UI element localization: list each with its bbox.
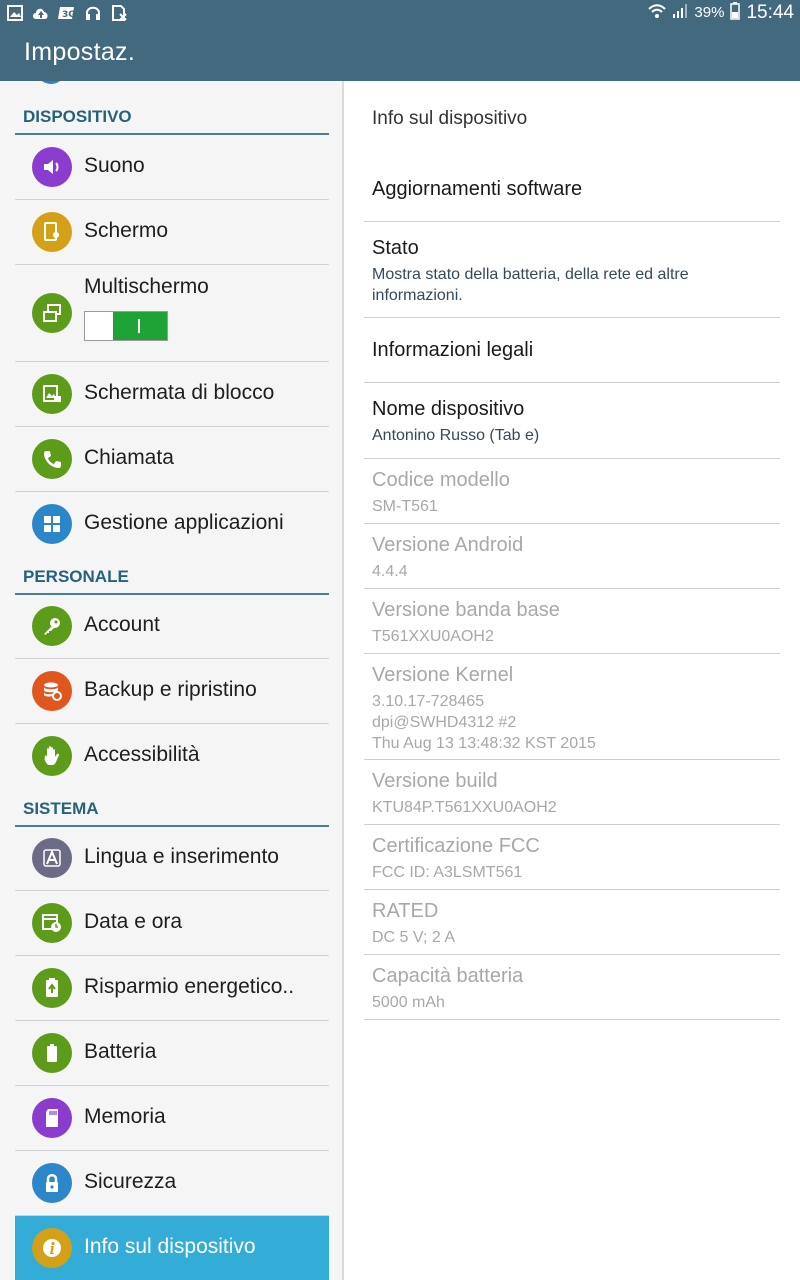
info-icon: [32, 1228, 72, 1268]
signal-icon: [672, 3, 688, 23]
detail-item-versione-build: Versione build KTU84P.T561XXU0AOH2: [364, 760, 780, 825]
detail-header: Info sul dispositivo: [372, 108, 528, 129]
sidebar-item-label: Memoria: [84, 1105, 166, 1128]
detail-item-aggiornamenti-software[interactable]: Aggiornamenti software: [364, 157, 780, 222]
sim-3g-icon: 3G: [58, 4, 76, 21]
sidebar-item-label: Multischermo: [84, 275, 209, 298]
sidebar-item-risparmio-energetico[interactable]: Risparmio energetico..: [15, 956, 329, 1021]
sidebar-item-lingua-e-inserimento[interactable]: Lingua e inserimento: [15, 826, 329, 891]
sidebar-item-label: Batteria: [84, 1040, 157, 1063]
sidebar-item-label: Schermo: [84, 219, 169, 242]
sidebar-item-label: Account: [84, 613, 160, 636]
wifi-icon: [648, 3, 667, 23]
toggle-on-state: [113, 312, 167, 340]
clock: 15:44: [746, 1, 794, 23]
notification-icons: 3G: [6, 4, 128, 21]
sidebar-item-account[interactable]: Account: [15, 594, 329, 659]
detail-item-codice-modello: Codice modello SM-T561: [364, 459, 780, 524]
sidebar-item-schermo[interactable]: Schermo: [15, 200, 329, 265]
detail-item-versione-kernel: Versione Kernel 3.10.17-728465 dpi@SWHD4…: [364, 654, 780, 760]
backup-icon: [32, 671, 72, 711]
multiwindow-icon: [32, 293, 72, 333]
detail-item-rated: RATED DC 5 V; 2 A: [364, 890, 780, 955]
no-sim-icon: [110, 4, 128, 21]
battery-status-icon: [730, 1, 741, 24]
kernel-line-1: 3.10.17-728465: [372, 693, 485, 710]
detail-item-capacita-batteria: Capacità batteria 5000 mAh: [364, 955, 780, 1020]
sidebar-item-backup-e-ripristino[interactable]: Backup e ripristino: [15, 659, 329, 724]
display-icon: [32, 212, 72, 252]
status-bar: 3G 39% 15:44: [0, 0, 800, 25]
padlock-icon: [32, 1163, 72, 1203]
sidebar-item-suono[interactable]: Suono: [15, 135, 329, 200]
image-icon: [6, 4, 24, 21]
headset-icon: [84, 4, 102, 21]
key-icon: [32, 606, 72, 646]
system-status: 39% 15:44: [648, 0, 794, 25]
hand-icon: [32, 736, 72, 776]
detail-item-nome-dispositivo[interactable]: Nome dispositivo Antonino Russo (Tab e): [364, 383, 780, 459]
power-saving-icon: [32, 968, 72, 1008]
section-header-personale: PERSONALE: [15, 541, 329, 595]
sidebar-item-label: Schermata di blocco: [84, 381, 275, 404]
detail-item-versione-banda-base: Versione banda base T561XXU0AOH2: [364, 589, 780, 654]
sidebar-item-label: Info sul dispositivo: [84, 1235, 256, 1258]
kernel-line-2: dpi@SWHD4312 #2: [372, 714, 517, 731]
action-bar: Impostaz.: [0, 25, 800, 81]
sidebar-item-info-sul-dispositivo[interactable]: Info sul dispositivo: [15, 1216, 329, 1280]
speaker-icon: [32, 147, 72, 187]
sidebar-item-label: Sicurezza: [84, 1170, 177, 1193]
sidebar-item-label: Chiamata: [84, 446, 174, 469]
sidebar-item-schermata-di-blocco[interactable]: Schermata di blocco: [15, 362, 329, 427]
sidebar-item-label: Risparmio energetico..: [84, 975, 295, 998]
sidebar-item-sicurezza[interactable]: Sicurezza: [15, 1151, 329, 1216]
phone-icon: [32, 439, 72, 479]
multischermo-toggle[interactable]: [84, 311, 168, 341]
detail-panel: Info sul dispositivo Aggiornamenti softw…: [344, 81, 800, 1280]
cloud-upload-icon: [32, 4, 50, 21]
sidebar-item-memoria[interactable]: Memoria: [15, 1086, 329, 1151]
lock-screen-icon: [32, 374, 72, 414]
language-icon: [32, 838, 72, 878]
detail-item-certificazione-fcc: Certificazione FCC FCC ID: A3LSMT561: [364, 825, 780, 890]
memory-card-icon: [32, 1098, 72, 1138]
section-header-sistema: SISTEMA: [15, 773, 329, 827]
detail-item-stato[interactable]: Stato Mostra stato della batteria, della…: [364, 222, 780, 318]
sidebar-item-label: Data e ora: [84, 910, 183, 933]
sidebar-item-label: Lingua e inserimento: [84, 845, 279, 868]
kernel-line-3: Thu Aug 13 13:48:32 KST 2015: [372, 735, 596, 752]
sidebar-item-label: Accessibilità: [84, 743, 200, 766]
sidebar-item-batteria[interactable]: Batteria: [15, 1021, 329, 1086]
sidebar-item-chiamata[interactable]: Chiamata: [15, 427, 329, 492]
svg-text:3G: 3G: [62, 10, 76, 20]
sidebar-item-label: Backup e ripristino: [84, 678, 257, 701]
detail-item-informazioni-legali[interactable]: Informazioni legali: [364, 318, 780, 383]
page-title[interactable]: Impostaz.: [24, 38, 135, 67]
detail-item-versione-android: Versione Android 4.4.4: [364, 524, 780, 589]
calendar-clock-icon: [32, 903, 72, 943]
sidebar-item-multischermo[interactable]: Multischermo: [15, 265, 329, 362]
toggle-on-mark: [138, 319, 140, 333]
sidebar-item-label: Suono: [84, 154, 145, 177]
sidebar-item-data-e-ora[interactable]: Data e ora: [15, 891, 329, 956]
battery-percent: 39%: [694, 4, 725, 21]
battery-icon: [32, 1033, 72, 1073]
settings-sidebar[interactable]: DISPOSITIVO Suono Schermo Multischermo S…: [0, 81, 342, 1280]
apps-grid-icon: [32, 504, 72, 544]
sidebar-item-label: Gestione applicazioni: [84, 511, 284, 534]
section-header-dispositivo: DISPOSITIVO: [15, 81, 329, 135]
